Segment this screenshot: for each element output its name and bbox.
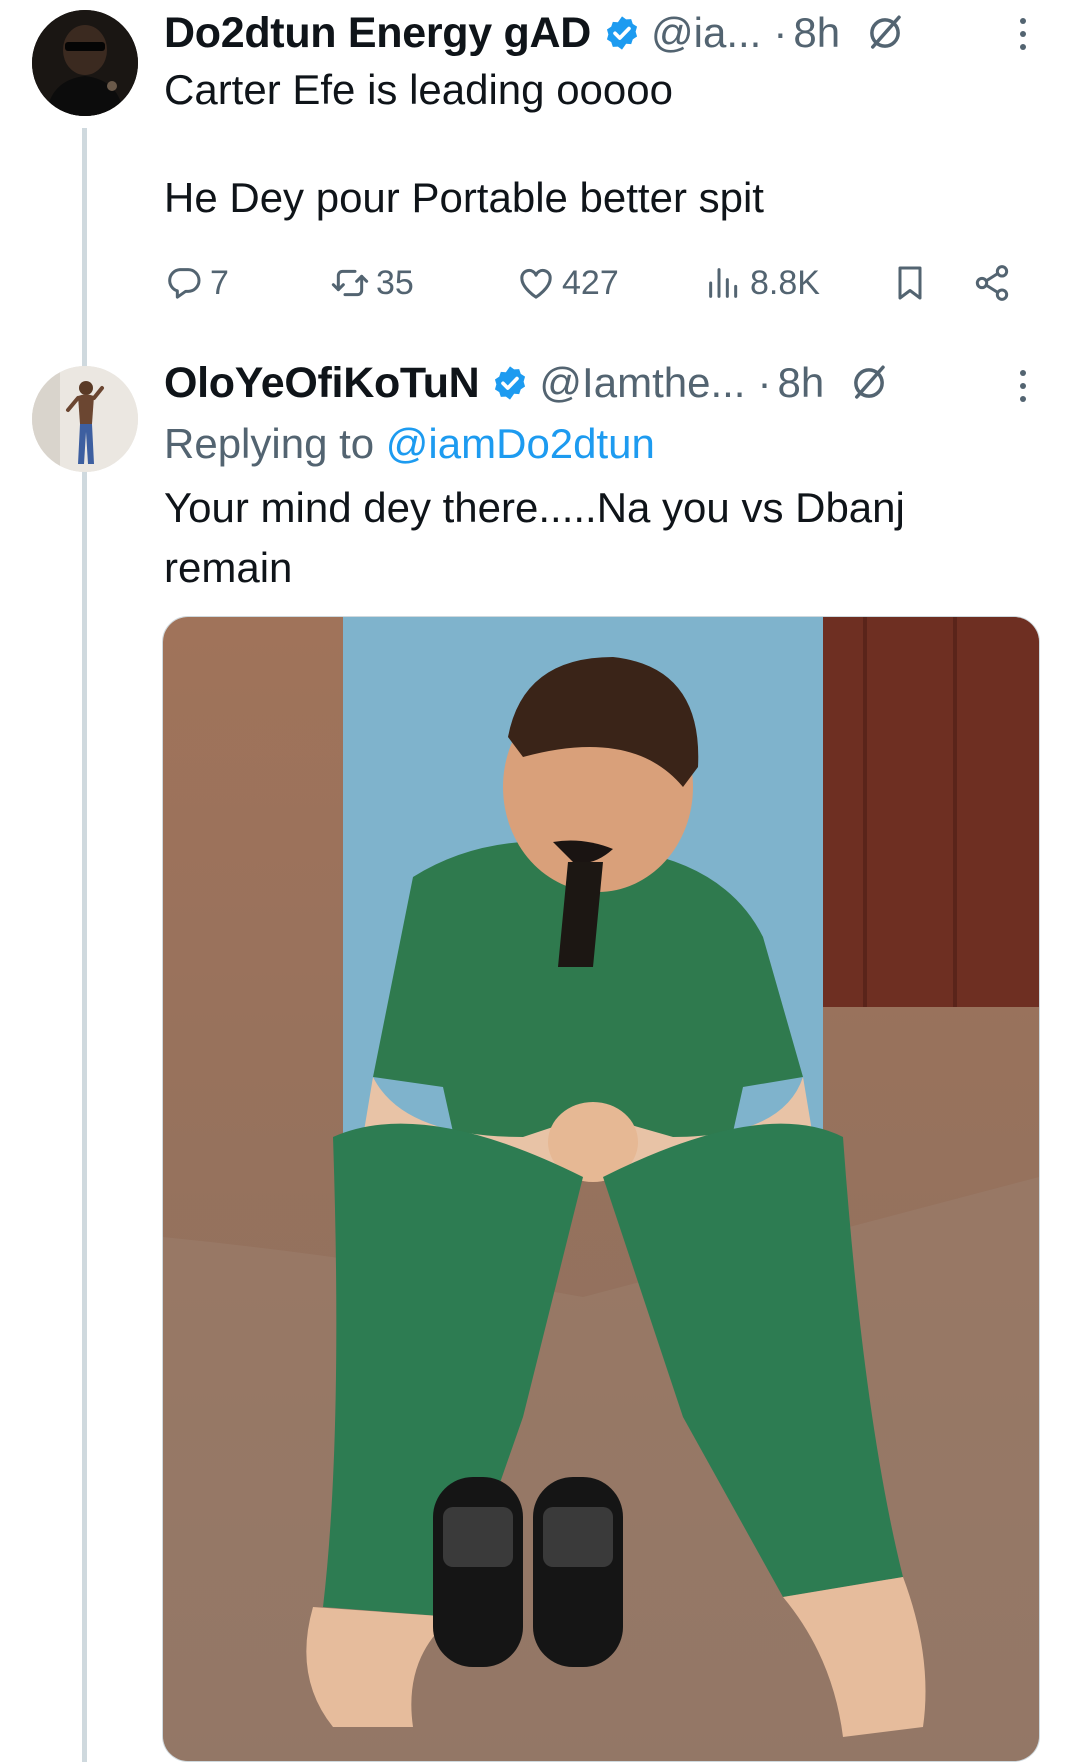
- verified-badge-icon: [606, 16, 638, 50]
- like-icon: [520, 268, 552, 299]
- author-handle[interactable]: @Iamthe...: [539, 359, 745, 407]
- like-button[interactable]: 427: [516, 258, 619, 308]
- like-count: 427: [562, 263, 619, 302]
- author-name[interactable]: Do2dtun Energy gAD: [164, 9, 591, 58]
- share-icon: [975, 265, 1009, 301]
- views-button[interactable]: 8.8K: [704, 258, 820, 308]
- avatar[interactable]: [32, 10, 138, 116]
- tweet-1[interactable]: Do2dtun Energy gAD @ia... · 8h Carter Ef…: [0, 0, 1080, 340]
- separator-dot: ·: [773, 9, 788, 56]
- photo-illustration: [163, 617, 1039, 1761]
- edited-icon: [854, 365, 885, 399]
- verified-badge-icon: [495, 366, 526, 400]
- tweet-text-line: remain: [164, 544, 293, 591]
- retweet-button[interactable]: 35: [330, 258, 414, 308]
- reply-button[interactable]: 7: [164, 258, 229, 308]
- replying-to-mention[interactable]: @iamDo2dtun: [386, 420, 655, 467]
- reply-count: 7: [210, 263, 229, 302]
- tweet-header: OloYeOfiKoTuN @Iamthe... · 8h: [164, 358, 1040, 408]
- share-button[interactable]: [972, 258, 1018, 308]
- author-handle[interactable]: @ia...: [651, 9, 761, 57]
- views-count: 8.8K: [750, 263, 820, 302]
- avatar[interactable]: [32, 366, 138, 472]
- reply-icon: [168, 268, 201, 299]
- replying-to: Replying to @iamDo2dtun: [164, 420, 655, 468]
- more-icon[interactable]: [1016, 366, 1030, 406]
- tweet-text-line: Carter Efe is leading ooooo: [164, 66, 673, 113]
- views-icon: [709, 268, 738, 298]
- tweet-header: Do2dtun Energy gAD @ia... · 8h: [164, 8, 1040, 58]
- edited-icon: [870, 15, 901, 49]
- separator-dot: ·: [757, 359, 772, 406]
- tweet-media-photo[interactable]: [162, 616, 1040, 1762]
- bookmark-icon: [898, 266, 922, 300]
- action-bar: 7 35 427 8.8K: [164, 258, 1024, 308]
- tweet-text-line: He Dey pour Portable better spit: [164, 174, 764, 221]
- more-icon[interactable]: [1016, 14, 1030, 54]
- tweet-text: Your mind dey there.....Na you vs Dbanj …: [164, 478, 1020, 598]
- bookmark-button[interactable]: [890, 258, 936, 308]
- retweet-count: 35: [376, 263, 414, 302]
- replying-to-label: Replying to: [164, 420, 375, 467]
- retweet-icon: [331, 269, 369, 297]
- tweet-text-line: Your mind dey there.....Na you vs Dbanj: [164, 484, 905, 531]
- tweet-text-line: [164, 120, 1020, 168]
- tweet-text: Carter Efe is leading ooooo He Dey pour …: [164, 60, 1020, 228]
- author-name[interactable]: OloYeOfiKoTuN: [164, 359, 480, 408]
- timestamp[interactable]: 8h: [793, 9, 840, 57]
- tweet-2[interactable]: OloYeOfiKoTuN @Iamthe... · 8h Replying t…: [0, 352, 1080, 1762]
- timestamp[interactable]: 8h: [777, 359, 824, 407]
